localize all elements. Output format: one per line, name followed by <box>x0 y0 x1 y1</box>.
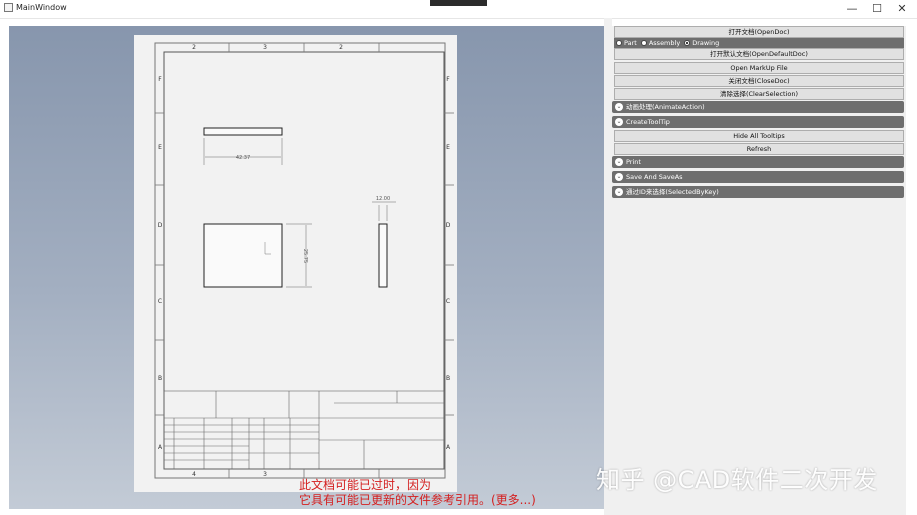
dim-top-width: 42.37 <box>236 155 250 161</box>
zone-bottom-2: 3 <box>263 471 267 478</box>
minimize-button[interactable]: — <box>840 1 864 17</box>
notice-line-1: 此文档可能已过时，因为 <box>299 478 432 492</box>
zone-top-1: 2 <box>192 44 196 51</box>
refresh-button[interactable]: Refresh <box>614 143 904 155</box>
dim-front-height: 25.75 <box>302 249 308 263</box>
radio-drawing-label: Drawing <box>692 39 720 47</box>
chevron-down-icon: ⌄ <box>615 188 623 196</box>
zone-left-b: B <box>158 375 162 382</box>
zone-bottom-1: 4 <box>192 471 196 478</box>
panel-splitter[interactable] <box>604 18 612 515</box>
chevron-down-icon: ⌄ <box>615 118 623 126</box>
chevron-down-icon: ⌄ <box>615 103 623 111</box>
chevron-down-icon: ⌄ <box>615 158 623 166</box>
section-select-by-key[interactable]: ⌄ 通过ID来选择(SelectedByKey) <box>612 186 904 198</box>
radio-assembly-dot <box>640 40 647 46</box>
zone-right-e: E <box>446 144 450 151</box>
zone-left-e: E <box>158 144 162 151</box>
drawing-sheet[interactable]: 2 3 2 4 3 F E D C B A F E D C B A 42.37 … <box>134 35 457 492</box>
section-create-tooltip[interactable]: ⌄ CreateToolTip <box>612 116 904 128</box>
close-button[interactable]: ✕ <box>890 1 914 17</box>
zone-left-c: C <box>158 298 162 305</box>
section-tooltip-label: CreateToolTip <box>626 118 670 126</box>
zone-top-3: 2 <box>339 44 343 51</box>
notice-line-2: 它具有可能已更新的文件参考引用。(更多...) <box>299 493 536 507</box>
zone-top-2: 3 <box>263 44 267 51</box>
outdated-notice[interactable]: 此文档可能已过时，因为 它具有可能已更新的文件参考引用。(更多...) <box>299 478 536 508</box>
radio-drawing-dot <box>684 40 691 46</box>
clear-selection-button[interactable]: 清除选择(ClearSelection) <box>614 88 904 100</box>
section-save[interactable]: ⌄ Save And SaveAs <box>612 171 904 183</box>
zone-right-b: B <box>446 375 450 382</box>
chevron-down-icon: ⌄ <box>615 173 623 181</box>
hide-tooltips-button[interactable]: Hide All Tooltips <box>614 130 904 142</box>
radio-drawing[interactable]: Drawing <box>684 39 719 47</box>
window-title: MainWindow <box>4 3 67 12</box>
radio-assembly-label: Assembly <box>648 39 681 47</box>
side-view[interactable] <box>378 223 388 288</box>
camera-notch <box>430 0 487 6</box>
doc-type-radio-group: Part Assembly Drawing <box>614 38 904 48</box>
title-block <box>163 390 445 470</box>
zone-right-a: A <box>446 444 451 451</box>
zone-right-d: D <box>446 222 451 229</box>
zone-left-a: A <box>158 444 163 451</box>
open-markup-button[interactable]: Open MarkUp File <box>614 62 904 74</box>
section-print-label: Print <box>626 158 641 166</box>
zhihu-watermark: 知乎 @CAD软件二次开发 <box>596 466 878 494</box>
zone-left-d: D <box>158 222 163 229</box>
section-animate-action[interactable]: ⌄ 动画处理(AnimateAction) <box>612 101 904 113</box>
radio-part-label: Part <box>624 39 637 47</box>
radio-part[interactable]: Part <box>616 39 637 47</box>
app-icon <box>4 3 13 12</box>
control-panel: 打开文档(OpenDoc) Part Assembly Drawing 打开默认… <box>612 26 906 515</box>
zone-left-f: F <box>158 76 162 83</box>
title-bar: MainWindow — ☐ ✕ <box>0 0 917 19</box>
zone-right-c: C <box>446 298 450 305</box>
section-select-label: 通过ID来选择(SelectedByKey) <box>626 188 719 196</box>
close-doc-button[interactable]: 关闭文档(CloseDoc) <box>614 75 904 87</box>
drawing-sheet-graphics: 2 3 2 4 3 F E D C B A F E D C B A 42.37 … <box>154 42 454 479</box>
open-default-doc-button[interactable]: 打开默认文档(OpenDefaultDoc) <box>614 48 904 60</box>
dim-side-width: 12.00 <box>376 196 390 202</box>
maximize-button[interactable]: ☐ <box>865 1 889 17</box>
section-save-label: Save And SaveAs <box>626 173 683 181</box>
open-doc-button[interactable]: 打开文档(OpenDoc) <box>614 26 904 38</box>
top-view[interactable] <box>203 127 283 136</box>
section-print[interactable]: ⌄ Print <box>612 156 904 168</box>
window-title-text: MainWindow <box>16 3 67 12</box>
drawing-viewport[interactable]: 2 3 2 4 3 F E D C B A F E D C B A 42.37 … <box>9 26 604 509</box>
front-view[interactable] <box>203 223 283 288</box>
section-animate-label: 动画处理(AnimateAction) <box>626 103 705 111</box>
radio-assembly[interactable]: Assembly <box>640 39 681 47</box>
zone-right-f: F <box>446 76 450 83</box>
radio-part-dot <box>616 40 622 46</box>
